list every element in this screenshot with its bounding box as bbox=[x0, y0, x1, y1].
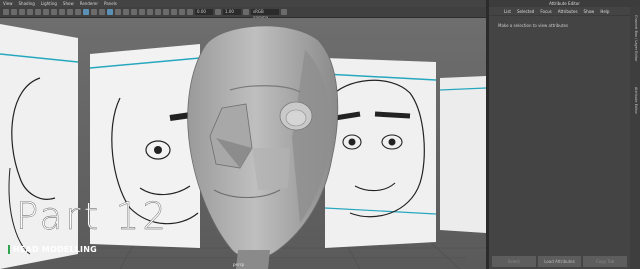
copy-tab-button[interactable]: Copy Tab bbox=[583, 256, 628, 267]
attribute-editor-message: Make a selection to view attributes bbox=[498, 23, 569, 28]
viewport-menubar: View Shading Lighting Show Renderer Pane… bbox=[0, 0, 486, 7]
depth-of-field-icon[interactable] bbox=[155, 9, 161, 15]
gamma-field[interactable]: 1.00 bbox=[223, 9, 241, 15]
attr-menu-list[interactable]: List bbox=[504, 9, 511, 14]
exposure-field[interactable]: 0.00 bbox=[195, 9, 213, 15]
xray-icon[interactable] bbox=[171, 9, 177, 15]
film-gate-icon[interactable] bbox=[43, 9, 49, 15]
image-plane-icon[interactable] bbox=[27, 9, 33, 15]
attr-menu-help[interactable]: Help bbox=[600, 9, 609, 14]
attr-menu-selected[interactable]: Selected bbox=[517, 9, 534, 14]
gate-mask-icon[interactable] bbox=[59, 9, 65, 15]
gamma-icon[interactable] bbox=[215, 9, 221, 15]
field-chart-icon[interactable] bbox=[67, 9, 73, 15]
textured-icon[interactable] bbox=[107, 9, 113, 15]
menu-renderer[interactable]: Renderer bbox=[80, 1, 98, 6]
wireframe-icon[interactable] bbox=[83, 9, 89, 15]
shadows-icon[interactable] bbox=[123, 9, 129, 15]
tab-attribute-editor[interactable]: Attribute Editor bbox=[634, 87, 638, 114]
antialiasing-icon[interactable] bbox=[147, 9, 153, 15]
camera-attributes-icon[interactable] bbox=[11, 9, 17, 15]
smooth-shade-icon[interactable] bbox=[91, 9, 97, 15]
menu-view[interactable]: View bbox=[3, 1, 13, 6]
motion-blur-icon[interactable] bbox=[139, 9, 145, 15]
attribute-editor-title: Attribute Editor bbox=[489, 0, 640, 7]
menu-lighting[interactable]: Lighting bbox=[41, 1, 57, 6]
attr-menu-focus[interactable]: Focus bbox=[540, 9, 551, 14]
isolate-select-icon[interactable] bbox=[163, 9, 169, 15]
lights-icon[interactable] bbox=[115, 9, 121, 15]
attribute-editor-panel: Attribute Editor List Selected Focus Att… bbox=[489, 0, 640, 269]
grid-icon[interactable] bbox=[35, 9, 41, 15]
attribute-editor-buttons: Select Load Attributes Copy Tab bbox=[489, 256, 630, 267]
attr-menu-attributes[interactable]: Attributes bbox=[558, 9, 578, 14]
menu-panels[interactable]: Panels bbox=[104, 1, 117, 6]
select-button[interactable]: Select bbox=[492, 256, 536, 267]
safe-action-icon[interactable] bbox=[75, 9, 81, 15]
menu-shading[interactable]: Shading bbox=[19, 1, 35, 6]
resolution-gate-icon[interactable] bbox=[51, 9, 57, 15]
attribute-editor-menubar: List Selected Focus Attributes Show Help bbox=[489, 7, 640, 16]
accent-bar bbox=[8, 245, 10, 254]
xray-joints-icon[interactable] bbox=[179, 9, 185, 15]
video-title: Part 12 bbox=[16, 195, 169, 238]
video-subtitle: HEAD MODELLING bbox=[8, 245, 97, 254]
viewport-options-icon[interactable] bbox=[281, 9, 287, 15]
bookmark-icon[interactable] bbox=[19, 9, 25, 15]
right-image-plane bbox=[325, 58, 436, 248]
ambient-occlusion-icon[interactable] bbox=[131, 9, 137, 15]
subtitle-text: HEAD MODELLING bbox=[13, 245, 97, 254]
tab-channel-box[interactable]: Channel Box / Layer Editor bbox=[634, 15, 638, 62]
select-camera-icon[interactable] bbox=[3, 9, 9, 15]
default-material-icon[interactable] bbox=[99, 9, 105, 15]
load-attributes-button[interactable]: Load Attributes bbox=[537, 256, 582, 267]
viewport-toolbar: 0.00 1.00 sRGB gamma bbox=[0, 7, 486, 20]
colorspace-select[interactable]: sRGB gamma bbox=[251, 9, 279, 20]
camera-label: persp bbox=[233, 262, 245, 267]
attr-menu-show[interactable]: Show bbox=[584, 9, 595, 14]
side-tab-strip: Attribute Editor Channel Box / Layer Edi… bbox=[630, 7, 640, 269]
backface-icon[interactable] bbox=[187, 9, 193, 15]
menu-show[interactable]: Show bbox=[63, 1, 74, 6]
color-management-icon[interactable] bbox=[243, 9, 249, 15]
